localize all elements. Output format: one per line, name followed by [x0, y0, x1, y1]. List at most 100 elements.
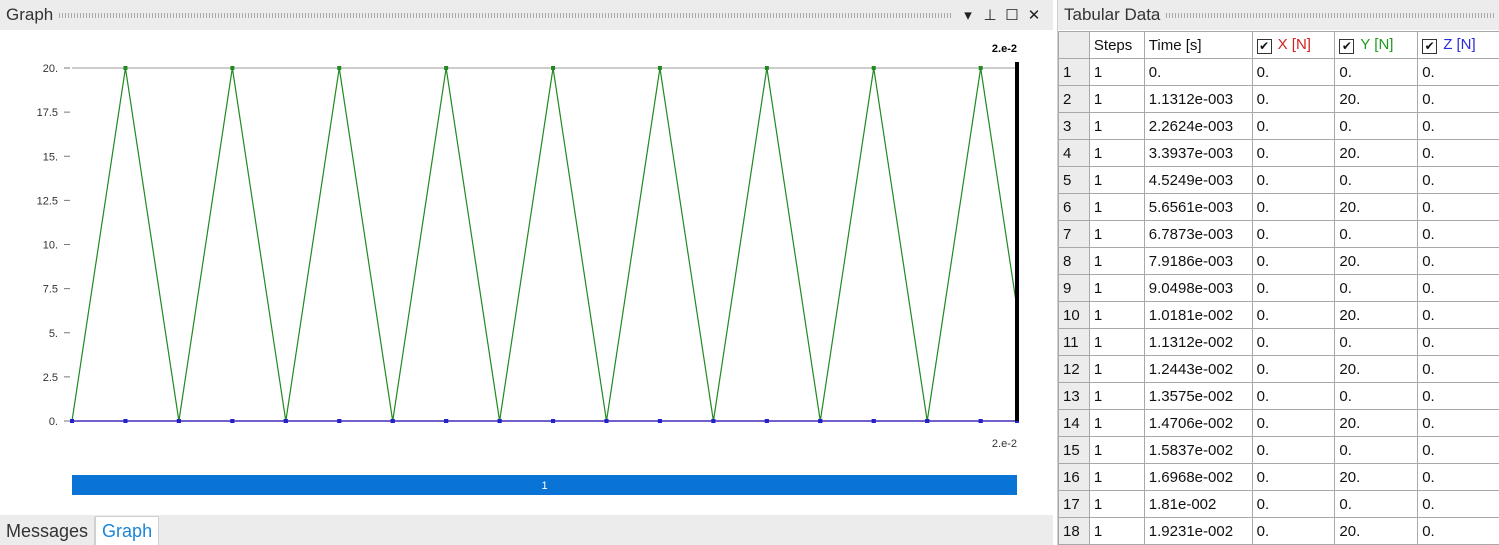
x-cell[interactable]: 0. [1251, 85, 1336, 113]
x-cell[interactable]: 0. [1251, 58, 1336, 86]
x-cell[interactable]: 0. [1251, 274, 1336, 302]
step-cell[interactable]: 1 [1088, 193, 1145, 221]
time-cell[interactable]: 4.5249e-003 [1143, 166, 1253, 194]
titlebar-grip[interactable] [1166, 12, 1494, 18]
time-cell[interactable]: 0. [1143, 58, 1253, 86]
maximize-icon[interactable]: ☐ [1001, 4, 1023, 26]
z-cell[interactable]: 0. [1417, 328, 1499, 356]
table-row[interactable]: 7 1 6.7873e-003 0. 0. 0. [1058, 220, 1499, 248]
table-row[interactable]: 5 1 4.5249e-003 0. 0. 0. [1058, 166, 1499, 194]
y-cell[interactable]: 0. [1334, 436, 1419, 464]
row-number[interactable]: 8 [1058, 247, 1090, 275]
y-cell[interactable]: 20. [1334, 409, 1419, 437]
corner-cell[interactable] [1058, 31, 1090, 59]
table-row[interactable]: 1 1 0. 0. 0. 0. [1058, 58, 1499, 86]
titlebar-grip[interactable] [59, 12, 951, 18]
step-cell[interactable]: 1 [1088, 220, 1145, 248]
step-cell[interactable]: 1 [1088, 436, 1145, 464]
table-row[interactable]: 9 1 9.0498e-003 0. 0. 0. [1058, 274, 1499, 302]
time-cell[interactable]: 3.3937e-003 [1143, 139, 1253, 167]
table-row[interactable]: 10 1 1.0181e-002 0. 20. 0. [1058, 301, 1499, 329]
x-cell[interactable]: 0. [1251, 490, 1336, 518]
time-cell[interactable]: 1.81e-002 [1143, 490, 1253, 518]
z-cell[interactable]: 0. [1417, 220, 1499, 248]
x-cell[interactable]: 0. [1251, 409, 1336, 437]
col-header-steps[interactable]: Steps [1088, 31, 1145, 59]
row-number[interactable]: 1 [1058, 58, 1090, 86]
row-number[interactable]: 6 [1058, 193, 1090, 221]
row-number[interactable]: 7 [1058, 220, 1090, 248]
table-row[interactable]: 2 1 1.1312e-003 0. 20. 0. [1058, 85, 1499, 113]
z-cell[interactable]: 0. [1417, 139, 1499, 167]
y-cell[interactable]: 20. [1334, 301, 1419, 329]
z-cell[interactable]: 0. [1417, 247, 1499, 275]
table-row[interactable]: 15 1 1.5837e-002 0. 0. 0. [1058, 436, 1499, 464]
step-cell[interactable]: 1 [1088, 517, 1145, 545]
time-cell[interactable]: 1.5837e-002 [1143, 436, 1253, 464]
z-cell[interactable]: 0. [1417, 301, 1499, 329]
step-cell[interactable]: 1 [1088, 328, 1145, 356]
z-cell[interactable]: 0. [1417, 85, 1499, 113]
x-cell[interactable]: 0. [1251, 328, 1336, 356]
x-cell[interactable]: 0. [1251, 193, 1336, 221]
y-cell[interactable]: 0. [1334, 112, 1419, 140]
table-row[interactable]: 17 1 1.81e-002 0. 0. 0. [1058, 490, 1499, 518]
time-cell[interactable]: 6.7873e-003 [1143, 220, 1253, 248]
z-cell[interactable]: 0. [1417, 463, 1499, 491]
checkbox-y[interactable]: ✔ [1339, 39, 1355, 54]
step-cell[interactable]: 1 [1088, 382, 1145, 410]
checkbox-z[interactable]: ✔ [1422, 39, 1438, 54]
col-header-x[interactable]: ✔ X [N] [1251, 31, 1336, 59]
y-cell[interactable]: 20. [1334, 193, 1419, 221]
z-cell[interactable]: 0. [1417, 409, 1499, 437]
z-cell[interactable]: 0. [1417, 355, 1499, 383]
table-row[interactable]: 16 1 1.6968e-002 0. 20. 0. [1058, 463, 1499, 491]
dropdown-menu-icon[interactable]: ▾ [957, 4, 979, 26]
col-header-z[interactable]: ✔ Z [N] [1417, 31, 1499, 59]
time-cell[interactable]: 1.6968e-002 [1143, 463, 1253, 491]
row-number[interactable]: 3 [1058, 112, 1090, 140]
x-cell[interactable]: 0. [1251, 166, 1336, 194]
step-cell[interactable]: 1 [1088, 85, 1145, 113]
row-number[interactable]: 4 [1058, 139, 1090, 167]
y-cell[interactable]: 0. [1334, 166, 1419, 194]
y-cell[interactable]: 0. [1334, 490, 1419, 518]
time-cell[interactable]: 1.4706e-002 [1143, 409, 1253, 437]
table-row[interactable]: 8 1 7.9186e-003 0. 20. 0. [1058, 247, 1499, 275]
time-cell[interactable]: 1.2443e-002 [1143, 355, 1253, 383]
time-cell[interactable]: 1.1312e-002 [1143, 328, 1253, 356]
z-cell[interactable]: 0. [1417, 112, 1499, 140]
step-cell[interactable]: 1 [1088, 409, 1145, 437]
table-row[interactable]: 13 1 1.3575e-002 0. 0. 0. [1058, 382, 1499, 410]
row-number[interactable]: 10 [1058, 301, 1090, 329]
time-cell[interactable]: 7.9186e-003 [1143, 247, 1253, 275]
time-cell[interactable]: 1.0181e-002 [1143, 301, 1253, 329]
y-cell[interactable]: 0. [1334, 58, 1419, 86]
row-number[interactable]: 15 [1058, 436, 1090, 464]
step-cell[interactable]: 1 [1088, 112, 1145, 140]
tab-messages[interactable]: Messages [0, 517, 96, 545]
step-cell[interactable]: 1 [1088, 58, 1145, 86]
step-cell[interactable]: 1 [1088, 301, 1145, 329]
table-row[interactable]: 14 1 1.4706e-002 0. 20. 0. [1058, 409, 1499, 437]
y-cell[interactable]: 20. [1334, 463, 1419, 491]
z-cell[interactable]: 0. [1417, 58, 1499, 86]
y-cell[interactable]: 20. [1334, 247, 1419, 275]
pin-icon[interactable]: ⊥ [979, 4, 1001, 26]
time-cell[interactable]: 1.9231e-002 [1143, 517, 1253, 545]
time-cell[interactable]: 2.2624e-003 [1143, 112, 1253, 140]
row-number[interactable]: 5 [1058, 166, 1090, 194]
table-row[interactable]: 18 1 1.9231e-002 0. 20. 0. [1058, 517, 1499, 545]
step-cell[interactable]: 1 [1088, 463, 1145, 491]
z-cell[interactable]: 0. [1417, 193, 1499, 221]
y-cell[interactable]: 0. [1334, 220, 1419, 248]
y-cell[interactable]: 20. [1334, 85, 1419, 113]
x-cell[interactable]: 0. [1251, 463, 1336, 491]
x-cell[interactable]: 0. [1251, 220, 1336, 248]
x-cell[interactable]: 0. [1251, 301, 1336, 329]
y-cell[interactable]: 20. [1334, 355, 1419, 383]
row-number[interactable]: 2 [1058, 85, 1090, 113]
x-cell[interactable]: 0. [1251, 355, 1336, 383]
col-header-time[interactable]: Time [s] [1143, 31, 1253, 59]
x-cell[interactable]: 0. [1251, 112, 1336, 140]
